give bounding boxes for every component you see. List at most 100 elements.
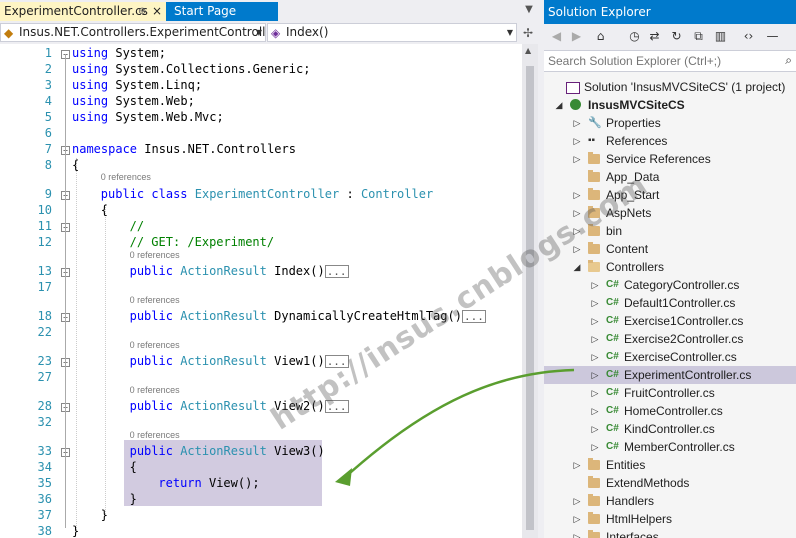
tree-item[interactable]: ▷ C# Exercise1Controller.cs [544,312,796,330]
references-icon: ▪▪ [588,135,596,146]
show-all-files-icon[interactable]: ▥ [712,28,729,45]
tree-item[interactable]: ▷ ▪▪ References [544,132,796,150]
expand-arrow-icon[interactable]: ▷ [590,294,600,312]
codelens-references[interactable]: 0 references [130,295,180,305]
sync-icon[interactable]: ⇄ [646,28,663,45]
expand-arrow-icon[interactable]: ▷ [572,528,582,538]
tree-item[interactable]: ▷ HtmlHelpers [544,510,796,528]
expand-arrow-icon[interactable]: ▷ [590,402,600,420]
pin-icon[interactable]: ⊕ [138,2,146,21]
line-number: 23 [37,354,52,368]
tree-item[interactable]: ExtendMethods [544,474,796,492]
csharp-file-icon: C# [606,333,619,344]
collapsed-region-box[interactable]: ... [324,265,349,278]
method-dropdown[interactable]: ◈ Index() ▼ [267,23,517,42]
settings-icon[interactable]: — [764,28,781,45]
document-tab-strip: ExperimentController.cs ⊕ × Start Page ▼ [0,0,540,21]
codelens-references[interactable]: 0 references [130,340,180,350]
csharp-file-icon: C# [606,279,619,290]
forward-icon[interactable]: ▶ [568,28,585,45]
tree-item[interactable]: ▷ Handlers [544,492,796,510]
csharp-file-icon: C# [606,369,619,380]
class-dropdown-value: Insus.NET.Controllers.ExperimentControll… [19,25,266,39]
class-dropdown[interactable]: ◆ Insus.NET.Controllers.ExperimentContro… [0,23,266,42]
tree-item-label: Entities [606,458,646,472]
expand-arrow-icon[interactable]: ▷ [590,348,600,366]
csharp-file-icon: C# [606,351,619,362]
solution-tree: Solution 'InsusMVCSiteCS' (1 project) ◢ In… [544,74,796,538]
scrollbar-thumb[interactable] [526,66,534,530]
code-line: using System.Collections.Generic; [72,62,311,76]
tree-item[interactable]: ▷ C# Exercise2Controller.cs [544,330,796,348]
tree-item[interactable]: ◢ Controllers [544,258,796,276]
codelens-references[interactable]: 0 references [130,385,180,395]
line-number: 34 [37,460,52,474]
code-line: using System; [72,46,166,60]
tree-item[interactable]: ▷ C# FruitController.cs [544,384,796,402]
tree-item[interactable]: ▷ C# ExerciseController.cs [544,348,796,366]
expand-arrow-icon[interactable]: ▷ [572,114,582,132]
expand-arrow-icon[interactable]: ▷ [590,366,600,384]
line-number: 11 [37,219,52,233]
tree-item[interactable]: ▷ 🔧 Properties [544,114,796,132]
tree-item[interactable]: ▷ C# HomeController.cs [544,402,796,420]
line-number: 3 [44,78,52,92]
tree-item[interactable]: Solution 'InsusMVCSiteCS' (1 project) [544,78,796,96]
refresh-icon[interactable]: ↻ [668,28,685,45]
collapse-all-icon[interactable]: ⧉ [690,28,707,45]
solution-explorer-panel: Solution Explorer ◀ ▶ ⌂ ◷ ⇄ ↻ ⧉ ▥ ‹› — ⌕… [544,0,796,538]
code-view-icon[interactable]: ‹› [740,28,757,45]
collapse-arrow-icon[interactable]: ◢ [554,96,564,114]
expand-arrow-icon[interactable]: ▷ [572,492,582,510]
line-number: 36 [37,492,52,506]
tree-item[interactable]: ▷ C# CategoryController.cs [544,276,796,294]
scroll-up-icon[interactable]: ▲ [525,46,531,55]
expand-arrow-icon[interactable]: ▷ [572,150,582,168]
expand-arrow-icon[interactable]: ▷ [590,276,600,294]
expand-arrow-icon[interactable]: ▷ [572,186,582,204]
collapse-arrow-icon[interactable]: ◢ [572,258,582,276]
codelens-references[interactable]: 0 references [130,250,180,260]
expand-arrow-icon[interactable]: ▷ [590,330,600,348]
code-line: using System.Web; [72,94,195,108]
close-icon[interactable]: × [152,2,162,21]
folder-icon [588,458,600,470]
tab-label: Start Page [174,4,237,18]
expand-arrow-icon[interactable]: ▷ [572,132,582,150]
expand-arrow-icon[interactable]: ▷ [572,456,582,474]
tree-item[interactable]: ▷ C# MemberController.cs [544,438,796,456]
editor-vertical-scrollbar[interactable]: ▲ [522,44,538,538]
tree-item[interactable]: ▷ C# Default1Controller.cs [544,294,796,312]
code-line: public ActionResult View3() [129,444,325,458]
line-number: 32 [37,415,52,429]
expand-arrow-icon[interactable]: ▷ [572,510,582,528]
folder-icon [588,242,600,254]
tree-item[interactable]: ▷ Interfaces [544,528,796,538]
expand-arrow-icon[interactable]: ▷ [590,420,600,438]
tree-item[interactable]: ▷ C# ExperimentController.cs [544,366,796,384]
tab-experimentcontroller[interactable]: ExperimentController.cs ⊕ × [0,2,166,21]
expand-arrow-icon[interactable]: ▷ [590,384,600,402]
tree-item[interactable]: ▷ Entities [544,456,796,474]
search-icon[interactable]: ⌕ [785,53,792,68]
tree-item-label: KindController.cs [624,422,715,436]
tab-start-page[interactable]: Start Page [166,2,278,21]
tree-item[interactable]: ◢ InsusMVCSiteCS [544,96,796,114]
expand-arrow-icon[interactable]: ▷ [590,438,600,456]
expand-arrow-icon[interactable]: ▷ [590,312,600,330]
line-number: 13 [37,264,52,278]
code-line: return View(); [158,476,260,490]
tree-item[interactable]: App_Data [544,168,796,186]
tree-item[interactable]: ▷ C# KindController.cs [544,420,796,438]
codelens-references[interactable]: 0 references [101,172,151,182]
split-editor-icon[interactable]: ✢ [520,24,536,42]
back-icon[interactable]: ◀ [548,28,565,45]
folder-icon [588,170,600,182]
search-input[interactable] [544,51,782,71]
tree-item[interactable]: ▷ Service References [544,150,796,168]
home-icon[interactable]: ⌂ [592,28,609,45]
history-icon[interactable]: ◷ [626,28,643,45]
csharp-file-icon: C# [606,423,619,434]
codelens-references[interactable]: 0 references [130,430,180,440]
tab-dropdown-icon[interactable]: ▼ [522,3,536,17]
